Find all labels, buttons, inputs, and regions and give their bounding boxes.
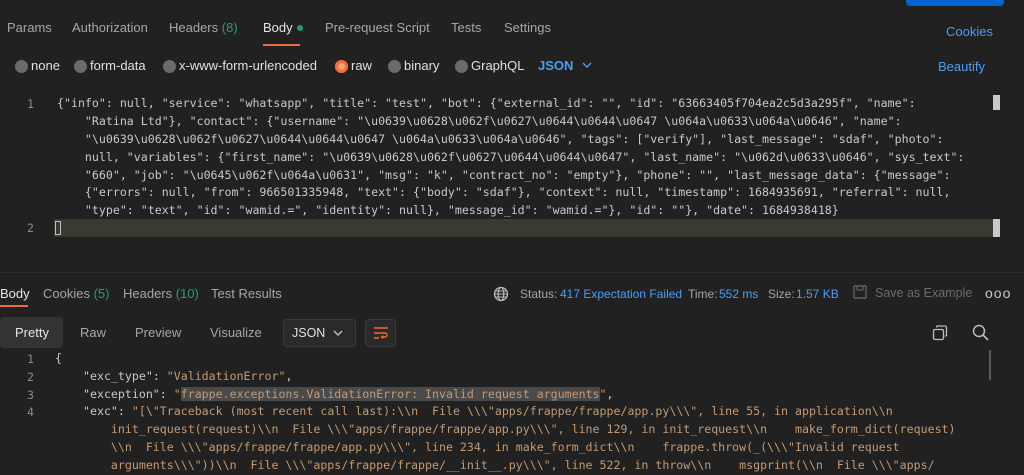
radio-graphql[interactable] [455, 60, 468, 73]
time-value[interactable]: 552 ms [719, 287, 758, 301]
json-string: "[\"Traceback (most recent call last):\\… [131, 404, 893, 418]
tab-tests[interactable]: Tests [451, 20, 481, 35]
json-string: "ValidationError" [166, 369, 286, 383]
json-key: "exc" [83, 404, 118, 418]
radio-binary-label[interactable]: binary [404, 58, 439, 73]
json-key: "exception" [83, 387, 160, 401]
radio-raw-label[interactable]: raw [351, 58, 372, 73]
radio-binary[interactable] [388, 60, 401, 73]
json-entry-exception: "exception": "frappe.exceptions.Validati… [83, 387, 614, 401]
json-string-selected: frappe.exceptions.ValidationError: Inval… [180, 387, 600, 401]
response-tabs: Body Cookies (5) Headers (10) Test Resul… [0, 286, 1024, 306]
response-scrollbar[interactable] [989, 350, 991, 380]
status-label: Status: [520, 287, 558, 301]
tab-authorization[interactable]: Authorization [72, 20, 148, 35]
response-format-label: JSON [292, 326, 326, 340]
request-tabs: Params Authorization Headers (8) Body Pr… [0, 20, 1024, 46]
resp-tab-test-results[interactable]: Test Results [211, 286, 282, 301]
line-number: 1 [27, 352, 34, 366]
time-label: Time: [688, 287, 718, 301]
send-button[interactable] [906, 0, 1004, 6]
radio-urlencoded-label[interactable]: x-www-form-urlencoded [179, 58, 317, 73]
line-number: 4 [27, 405, 34, 419]
resp-tab-headers-label: Headers [123, 286, 173, 301]
code-line: null, "variables": {"first_name": "\u063… [57, 150, 965, 164]
size-value[interactable]: 1.57 KB [796, 287, 839, 301]
json-string-continuation: arguments\\\"))\\n File \\\"apps/frappe/… [83, 458, 935, 472]
code-line: "Ratina Ltd"}, "contact": {"username": "… [57, 114, 902, 128]
code-line: "type": "text", "id": "wamid.=", "identi… [57, 203, 839, 217]
view-tab-raw[interactable]: Raw [80, 325, 106, 340]
tab-headers[interactable]: Headers (8) [169, 20, 238, 35]
tab-headers-label: Headers [169, 20, 219, 35]
tab-settings[interactable]: Settings [504, 20, 551, 35]
code-line: {"info": null, "service": "whatsapp", "t… [57, 96, 916, 110]
view-tab-pretty[interactable]: Pretty [15, 325, 49, 340]
active-response-tab-indicator [0, 305, 28, 307]
body-format-select[interactable]: JSON [538, 58, 573, 73]
radio-form-data[interactable] [74, 60, 87, 73]
radio-raw[interactable] [335, 60, 348, 73]
editor-scrollbar[interactable] [993, 95, 1000, 110]
radio-graphql-label[interactable]: GraphQL [471, 58, 524, 73]
resp-tab-headers-count: (10) [175, 286, 199, 301]
json-entry-exc-type: "exc_type": "ValidationError", [83, 369, 293, 383]
line-number: 1 [27, 97, 34, 111]
status-value[interactable]: 417 Expectation Failed [560, 287, 682, 301]
resp-tab-cookies[interactable]: Cookies (5) [43, 286, 109, 301]
view-tab-preview[interactable]: Preview [135, 325, 181, 340]
code-line: {"errors": null, "from": 966501335948, "… [57, 185, 951, 199]
radio-none-label[interactable]: none [31, 58, 60, 73]
more-options-icon[interactable]: ooo [985, 285, 1011, 301]
globe-icon[interactable] [493, 286, 509, 302]
text-cursor [55, 221, 61, 235]
resp-tab-cookies-count: (5) [93, 286, 110, 301]
json-brace: { [55, 351, 62, 365]
json-key: "exc_type" [83, 369, 153, 383]
tab-pre-request-script[interactable]: Pre-request Script [325, 20, 430, 35]
resp-tab-headers[interactable]: Headers (10) [123, 286, 199, 301]
line-number: 3 [27, 388, 34, 402]
line-number: 2 [27, 221, 34, 235]
resp-tab-body[interactable]: Body [0, 286, 30, 301]
chevron-down-icon[interactable] [582, 60, 592, 70]
body-type-options: none form-data x-www-form-urlencoded raw… [0, 56, 1024, 78]
json-string-continuation: \\n File \\\"apps/frappe/frappe/app.py\\… [83, 440, 900, 454]
tab-body-label: Body [263, 20, 293, 35]
search-icon[interactable] [972, 324, 989, 341]
view-tab-visualize[interactable]: Visualize [210, 325, 262, 340]
code-line: "660", "job": "\u0645\u062f\u064a\u0631"… [57, 168, 951, 182]
tab-headers-count: (8) [221, 20, 238, 35]
chevron-down-icon [333, 330, 343, 336]
tab-body[interactable]: Body [263, 20, 303, 35]
pane-divider[interactable] [0, 272, 1024, 273]
editor-scrollbar-thumb[interactable] [993, 219, 1000, 237]
line-number: 2 [27, 370, 34, 384]
copy-icon[interactable] [932, 325, 948, 341]
save-icon [853, 285, 867, 299]
radio-none[interactable] [15, 60, 28, 73]
json-entry-exc: "exc": "[\"Traceback (most recent call l… [83, 404, 893, 418]
current-line-highlight [54, 219, 1000, 237]
radio-form-data-label[interactable]: form-data [90, 58, 146, 73]
tab-params[interactable]: Params [7, 20, 52, 35]
beautify-button[interactable]: Beautify [938, 59, 985, 74]
active-tab-indicator [263, 44, 300, 46]
wrap-lines-icon [374, 327, 388, 339]
code-line: "\u0639\u0628\u062f\u0627\u0644\u0644\u0… [57, 132, 944, 146]
save-as-example-button[interactable]: Save as Example [875, 286, 972, 300]
size-label: Size: [768, 287, 795, 301]
modified-dot-icon [296, 24, 303, 31]
json-string-continuation: init_request(request)\\n File \\\"apps/f… [83, 422, 956, 436]
radio-urlencoded[interactable] [163, 60, 176, 73]
resp-tab-cookies-label: Cookies [43, 286, 90, 301]
cookies-link[interactable]: Cookies [946, 24, 993, 39]
